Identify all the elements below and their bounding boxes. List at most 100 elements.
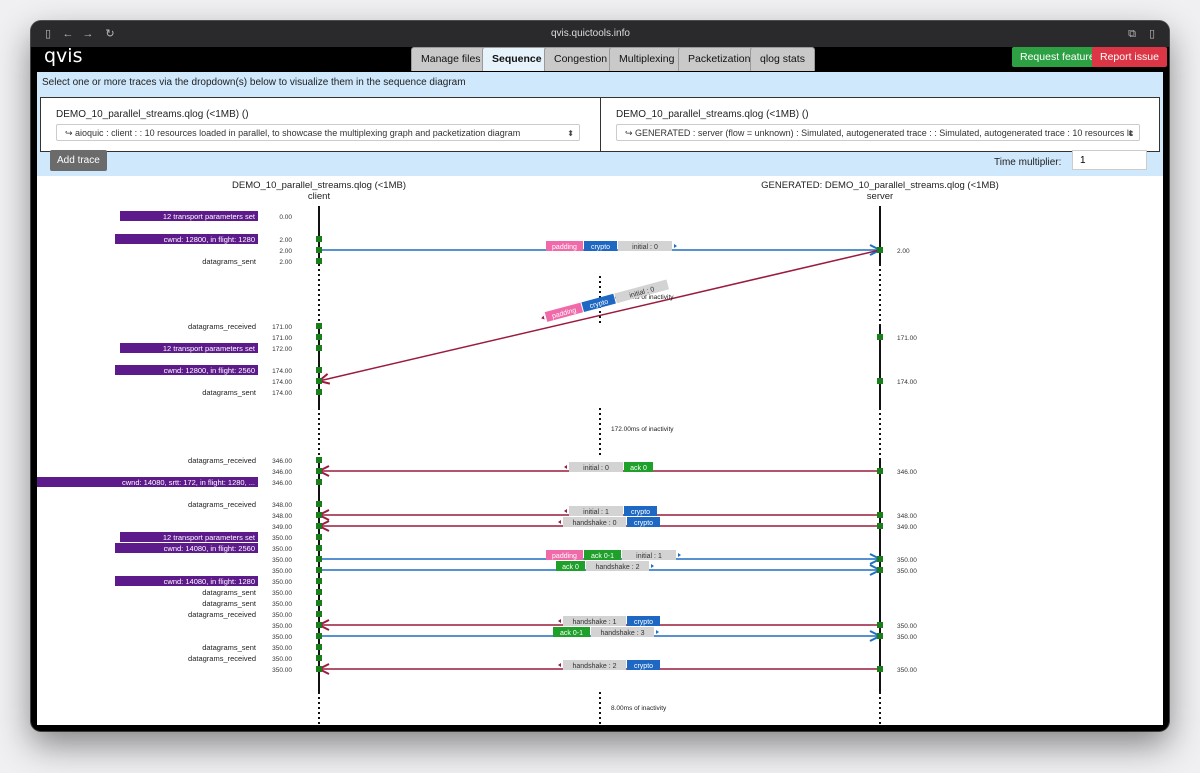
event-label: datagrams_received — [188, 322, 256, 331]
event-marker — [316, 236, 322, 242]
client-event: 174.00 cwnd: 12800, in flight: 2560 — [115, 365, 322, 375]
event-timestamp: 350.00 — [272, 612, 292, 619]
client-event: 350.00 cwnd: 14080, in flight: 2560 — [115, 543, 322, 553]
client-event: 2.00 — [279, 247, 322, 255]
event-marker — [316, 633, 322, 639]
event-timestamp: 350.00 — [897, 623, 917, 630]
client-event: 350.00 12 transport parameters set — [120, 532, 322, 542]
event-label: datagrams_sent — [202, 643, 257, 652]
left-trace-box: DEMO_10_parallel_streams.qlog (<1MB) () … — [40, 97, 603, 152]
tab-congestion[interactable]: Congestion — [544, 47, 618, 71]
event-timestamp: 350.00 — [272, 546, 292, 553]
tab-manage-files[interactable]: Manage files — [411, 47, 491, 71]
event-timestamp: 346.00 — [272, 480, 292, 487]
sidebar-icon[interactable]: ▯ — [41, 27, 55, 41]
event-timestamp: 174.00 — [272, 379, 292, 386]
frame-tag-label: crypto — [634, 663, 653, 670]
event-marker — [316, 378, 322, 384]
back-icon[interactable]: ← — [61, 27, 75, 41]
event-label: datagrams_sent — [202, 599, 257, 608]
event-timestamp: 171.00 — [272, 324, 292, 331]
reload-icon[interactable]: ↻ — [103, 27, 117, 41]
client-event: 349.00 — [272, 523, 322, 531]
client-event: 346.00 datagrams_received — [188, 456, 322, 465]
event-timestamp: 346.00 — [272, 458, 292, 465]
direction-icon — [651, 564, 654, 568]
frame-tag-label: padding — [552, 553, 577, 560]
event-label: datagrams_sent — [202, 257, 257, 266]
tab-packetization[interactable]: Packetization — [678, 47, 761, 71]
client-label: client — [308, 191, 331, 202]
client-event: 350.00 — [272, 633, 322, 641]
time-multiplier-input[interactable]: 1 — [1072, 150, 1147, 170]
event-timestamp: 2.00 — [279, 237, 292, 244]
tab-multiplexing[interactable]: Multiplexing — [609, 47, 685, 71]
packet-frame-tags: padding crypto initial : 0 — [546, 241, 677, 251]
event-label: datagrams_received — [188, 500, 256, 509]
event-marker — [316, 247, 322, 253]
event-label: cwnd: 14080, srtt: 172, in flight: 1280,… — [122, 478, 255, 487]
event-timestamp: 348.00 — [897, 513, 917, 520]
event-marker — [877, 556, 883, 562]
forward-icon[interactable]: → — [81, 27, 95, 41]
right-trace-select[interactable]: ↪ GENERATED : server (flow = unknown) : … — [616, 124, 1140, 141]
event-timestamp: 350.00 — [272, 579, 292, 586]
event-marker — [877, 523, 883, 529]
left-trace-select[interactable]: ↪ aioquic : client : : 10 resources load… — [56, 124, 580, 141]
report-issue-button[interactable]: Report issue — [1092, 47, 1167, 67]
event-marker — [316, 578, 322, 584]
select-caret-icon: ⬍ — [1127, 129, 1134, 138]
direction-icon — [678, 553, 681, 557]
client-event: 350.00 — [272, 622, 322, 630]
event-timestamp: 350.00 — [897, 634, 917, 641]
client-event: 174.00 datagrams_sent — [202, 388, 322, 397]
event-timestamp: 350.00 — [272, 601, 292, 608]
client-event: 171.00 — [272, 334, 322, 342]
inactivity-label: 172.00ms of inactivity — [611, 426, 674, 433]
client-event: 348.00 datagrams_received — [188, 500, 322, 509]
event-timestamp: 2.00 — [279, 248, 292, 255]
share-icon[interactable]: ⧉ — [1125, 27, 1139, 41]
event-marker — [316, 334, 322, 340]
address-bar[interactable]: qvis.quictools.info — [551, 28, 630, 39]
frame-tag-label: initial : 1 — [583, 509, 609, 516]
right-trace-title: DEMO_10_parallel_streams.qlog (<1MB) () — [616, 109, 809, 120]
event-marker — [316, 666, 322, 672]
event-label: datagrams_received — [188, 610, 256, 619]
frame-tag-label: ack 0 — [630, 465, 647, 472]
event-timestamp: 350.00 — [272, 568, 292, 575]
server-event: 350.00 — [877, 556, 917, 564]
client-event: 350.00 datagrams_received — [188, 654, 322, 663]
frame-tag-label: ack 0-1 — [591, 553, 614, 560]
event-label: 12 transport parameters set — [163, 533, 256, 542]
event-marker — [316, 389, 322, 395]
frame-tag-label: crypto — [634, 520, 653, 527]
left-trace-title: DEMO_10_parallel_streams.qlog (<1MB) () — [56, 109, 249, 120]
event-timestamp: 350.00 — [272, 634, 292, 641]
inactivity-note: 8.00ms of inactivity — [599, 692, 667, 725]
event-label: cwnd: 14080, in flight: 2560 — [164, 544, 255, 553]
event-timestamp: 2.00 — [897, 248, 910, 255]
tab-qlog-stats[interactable]: qlog stats — [750, 47, 815, 71]
frame-tag-label: crypto — [634, 619, 653, 626]
instruction-text: Select one or more traces via the dropdo… — [42, 77, 466, 88]
tabs-icon[interactable]: ▯ — [1145, 27, 1159, 41]
event-label: datagrams_received — [188, 654, 256, 663]
event-marker — [316, 611, 322, 617]
add-trace-button[interactable]: Add trace — [50, 150, 107, 171]
client-event: 350.00 cwnd: 14080, in flight: 1280 — [115, 576, 322, 586]
event-timestamp: 350.00 — [272, 623, 292, 630]
event-marker — [316, 345, 322, 351]
tab-sequence[interactable]: Sequence — [482, 47, 552, 71]
frame-tag-label: crypto — [591, 244, 610, 251]
event-timestamp: 172.00 — [272, 346, 292, 353]
event-label: cwnd: 14080, in flight: 1280 — [164, 577, 255, 586]
client-event: 174.00 — [272, 378, 322, 386]
event-marker — [316, 258, 322, 264]
frame-tag-label: ack 0-1 — [560, 630, 583, 637]
request-feature-button[interactable]: Request feature — [1012, 47, 1103, 67]
event-timestamp: 171.00 — [897, 335, 917, 342]
event-marker — [316, 534, 322, 540]
event-label: cwnd: 12800, in flight: 2560 — [164, 366, 255, 375]
event-label: 12 transport parameters set — [163, 212, 256, 221]
